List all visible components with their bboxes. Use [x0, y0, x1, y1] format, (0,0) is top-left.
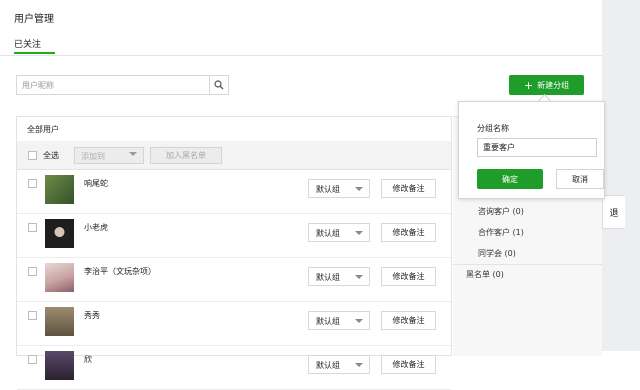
edit-remark-button[interactable]: 修改备注	[381, 179, 436, 198]
sidebar-item-blacklist[interactable]: 黑名单 (0)	[466, 269, 504, 280]
search-input[interactable]	[17, 76, 210, 94]
select-all-label: 全选	[43, 151, 59, 160]
group-select-value: 默认组	[316, 185, 340, 194]
side-tab[interactable]: 退	[602, 195, 625, 229]
table-row: 响尾蛇 默认组 修改备注	[17, 170, 451, 214]
row-checkbox[interactable]	[28, 311, 37, 320]
avatar[interactable]	[45, 307, 74, 336]
group-select-value: 默认组	[316, 317, 340, 326]
row-checkbox[interactable]	[28, 223, 37, 232]
group-select-value: 默认组	[316, 229, 340, 238]
user-list: 全部用户 全选 添加到 加入黑名单 响尾蛇 默认组 修改备注 小老虎 默认组 修…	[16, 116, 452, 390]
edit-remark-button[interactable]: 修改备注	[381, 223, 436, 242]
user-nickname[interactable]: 小老虎	[84, 222, 108, 233]
list-header: 全部用户	[17, 117, 451, 142]
tab-followed[interactable]: 已关注	[14, 37, 41, 50]
user-nickname[interactable]: 欣	[84, 354, 92, 365]
group-select[interactable]: 默认组	[308, 267, 370, 286]
group-name-input[interactable]	[477, 138, 597, 157]
table-row: 李治平（文玩杂项） 默认组 修改备注	[17, 258, 451, 302]
new-group-popover: 分组名称 确定 取消	[458, 101, 605, 199]
plus-icon: +	[523, 78, 534, 92]
group-select-value: 默认组	[316, 273, 340, 282]
avatar[interactable]	[45, 219, 74, 248]
search-button[interactable]	[209, 76, 228, 94]
group-select[interactable]: 默认组	[308, 355, 370, 374]
add-blacklist-button[interactable]: 加入黑名单	[150, 147, 222, 164]
edit-remark-button[interactable]: 修改备注	[381, 311, 436, 330]
group-name-label: 分组名称	[477, 124, 509, 133]
confirm-button[interactable]: 确定	[477, 169, 543, 189]
user-nickname[interactable]: 秀秀	[84, 310, 100, 321]
group-select-value: 默认组	[316, 361, 340, 370]
user-nickname[interactable]: 响尾蛇	[84, 178, 108, 189]
table-row: 欣 默认组 修改备注	[17, 346, 451, 390]
table-row: 秀秀 默认组 修改备注	[17, 302, 451, 346]
sidebar-divider	[453, 264, 602, 265]
avatar[interactable]	[45, 175, 74, 204]
page-title: 用户管理	[14, 14, 54, 25]
add-to-dropdown[interactable]: 添加到	[74, 147, 144, 164]
tab-active-indicator	[14, 52, 55, 54]
chevron-down-icon	[355, 275, 363, 279]
chevron-down-icon	[355, 231, 363, 235]
select-all-checkbox[interactable]	[28, 151, 37, 160]
sidebar-item-group[interactable]: 合作客户 (1)	[478, 227, 524, 238]
add-to-label: 添加到	[81, 152, 105, 161]
list-header-title: 全部用户	[27, 125, 59, 134]
user-nickname[interactable]: 李治平（文玩杂项）	[84, 266, 156, 277]
avatar[interactable]	[45, 351, 74, 380]
group-select[interactable]: 默认组	[308, 311, 370, 330]
group-select[interactable]: 默认组	[308, 179, 370, 198]
chevron-down-icon	[129, 152, 137, 156]
side-tab-label: 退	[609, 208, 619, 219]
avatar[interactable]	[45, 263, 74, 292]
table-row: 小老虎 默认组 修改备注	[17, 214, 451, 258]
edit-remark-button[interactable]: 修改备注	[381, 267, 436, 286]
search-box	[16, 75, 229, 95]
new-group-label: 新建分组	[537, 80, 570, 90]
edit-remark-button[interactable]: 修改备注	[381, 355, 436, 374]
sidebar-item-group[interactable]: 咨询客户 (0)	[478, 206, 524, 217]
batch-toolbar: 全选 添加到 加入黑名单	[17, 141, 451, 170]
sidebar-item-group[interactable]: 同学会 (0)	[478, 248, 516, 259]
row-checkbox[interactable]	[28, 179, 37, 188]
row-checkbox[interactable]	[28, 267, 37, 276]
chevron-down-icon	[355, 363, 363, 367]
search-icon	[214, 80, 224, 90]
group-select[interactable]: 默认组	[308, 223, 370, 242]
cancel-button[interactable]: 取消	[556, 169, 604, 189]
tab-divider	[0, 55, 602, 56]
new-group-button[interactable]: + 新建分组	[509, 75, 584, 95]
chevron-down-icon	[355, 319, 363, 323]
chevron-down-icon	[355, 187, 363, 191]
right-margin	[602, 0, 640, 351]
row-checkbox[interactable]	[28, 355, 37, 364]
